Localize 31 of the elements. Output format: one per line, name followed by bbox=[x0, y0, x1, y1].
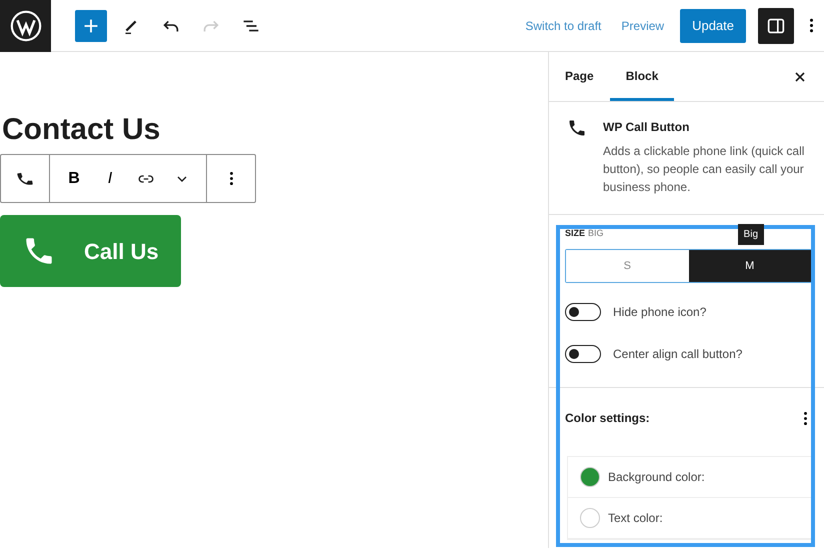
tooltip: Big bbox=[738, 224, 764, 245]
switch-to-draft-link[interactable]: Switch to draft bbox=[517, 16, 610, 34]
more-vertical-icon bbox=[230, 172, 232, 185]
size-value: BIG bbox=[588, 228, 604, 238]
preview-link[interactable]: Preview bbox=[613, 16, 672, 34]
size-label: SIZE bbox=[565, 228, 586, 238]
toggle-label: Hide phone icon? bbox=[613, 304, 706, 321]
color-label: Background color: bbox=[608, 469, 705, 486]
page-heading: Contact Us bbox=[2, 112, 160, 148]
call-us-button[interactable]: Call Us bbox=[0, 215, 181, 287]
color-swatch[interactable] bbox=[580, 467, 600, 487]
more-vertical-icon bbox=[810, 18, 812, 33]
bold-button[interactable]: B bbox=[56, 158, 92, 198]
sidebar-tab[interactable]: Block bbox=[610, 51, 674, 101]
toggle-switch[interactable] bbox=[565, 303, 601, 321]
section-title: Color settings: bbox=[565, 410, 650, 427]
block-title: WP Call Button bbox=[603, 119, 690, 136]
add-button[interactable] bbox=[75, 10, 107, 42]
settings-toggle-button[interactable] bbox=[758, 8, 794, 44]
size-option[interactable]: M bbox=[688, 250, 811, 282]
color-swatch[interactable] bbox=[580, 508, 600, 528]
toggle-label: Center align call button? bbox=[613, 346, 742, 363]
more-vertical-icon bbox=[804, 412, 806, 424]
wordpress-logo[interactable] bbox=[8, 8, 42, 42]
sidebar-tab[interactable]: Page bbox=[549, 51, 610, 101]
phone-icon bbox=[567, 118, 587, 138]
color-label: Text color: bbox=[608, 510, 663, 527]
block-description: Adds a clickable phone link (quick call button), so people can easily call your business phone. bbox=[603, 143, 806, 196]
italic-button[interactable]: I bbox=[92, 158, 128, 198]
toggle-switch[interactable] bbox=[565, 345, 601, 363]
update-button[interactable]: Update bbox=[680, 8, 746, 42]
